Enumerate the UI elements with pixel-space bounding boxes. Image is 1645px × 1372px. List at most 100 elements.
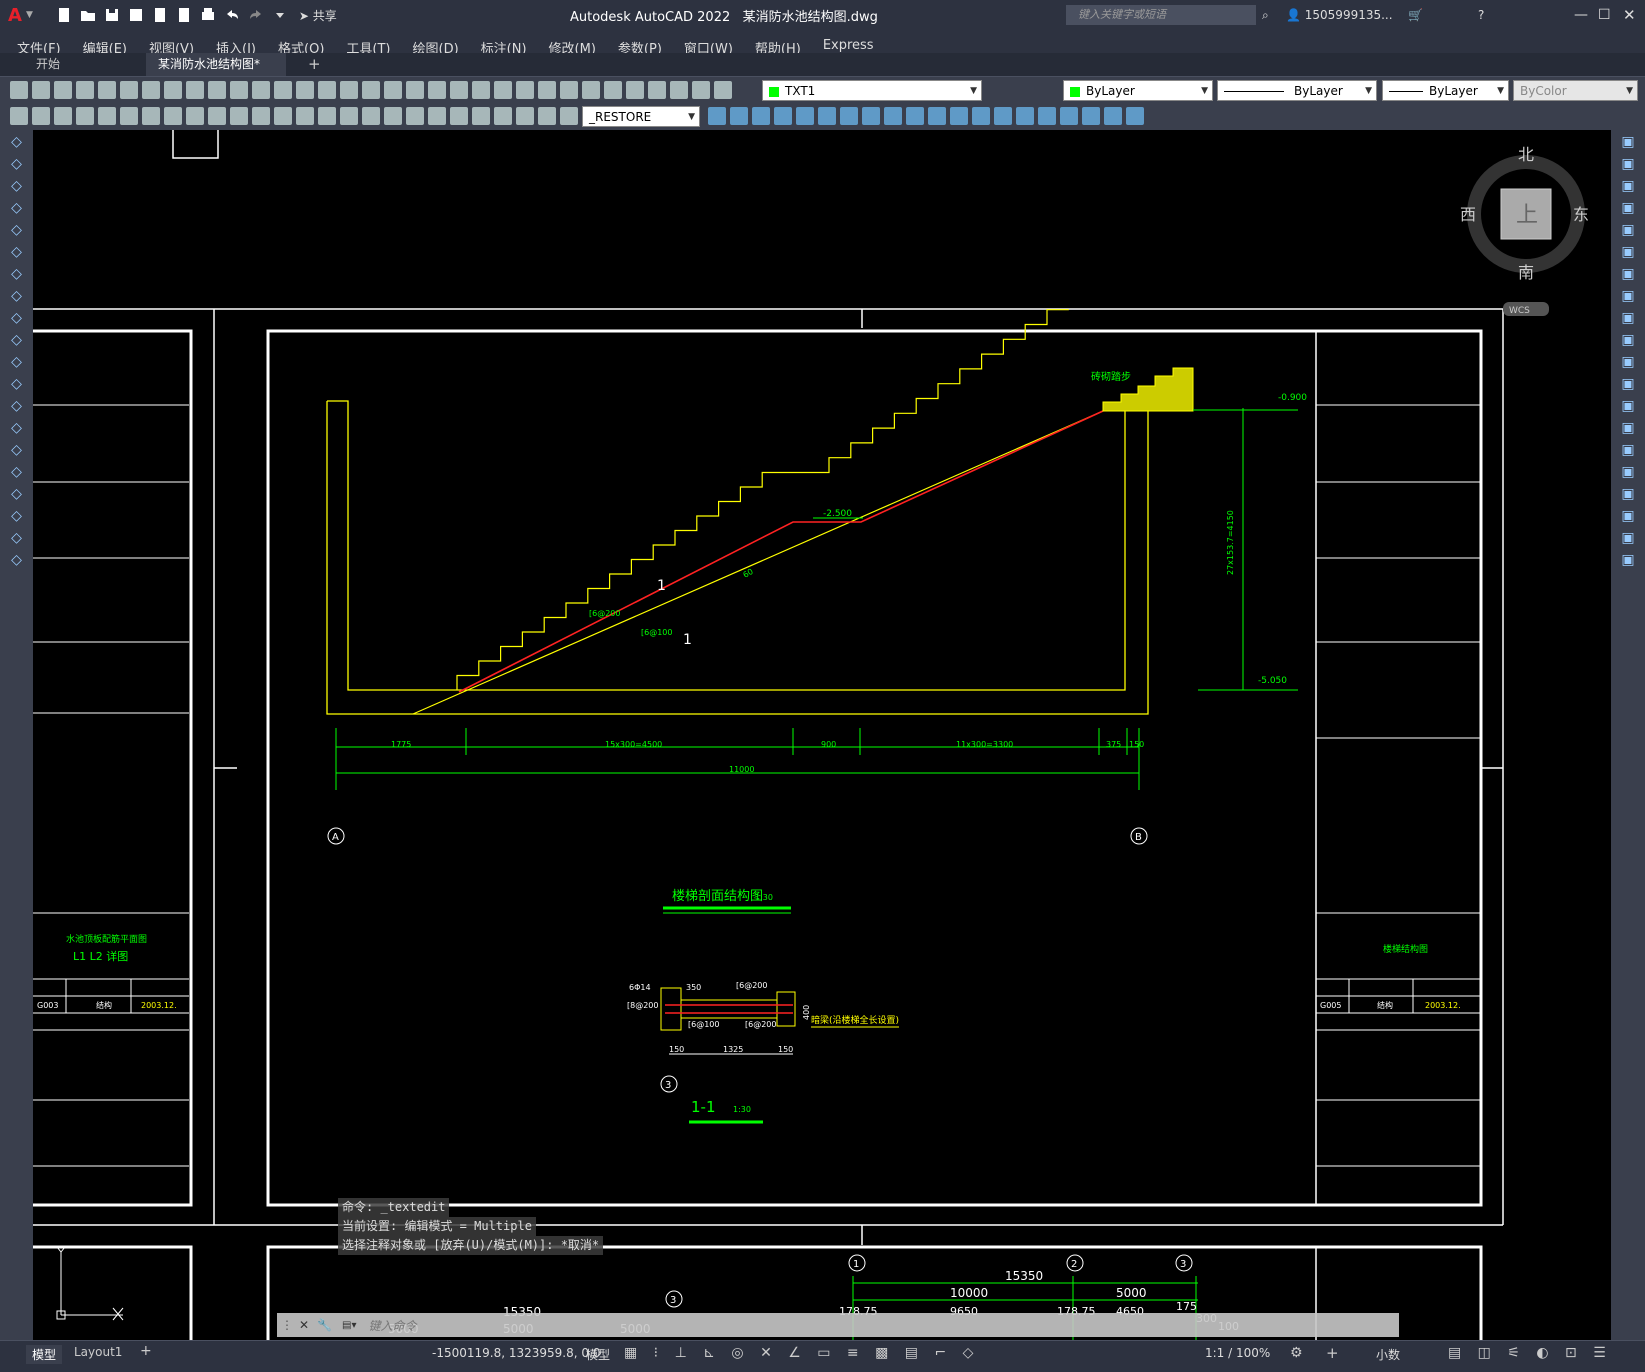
palette-tool-icon[interactable]: ▣	[1618, 264, 1638, 284]
tool-icon[interactable]	[318, 81, 336, 99]
palette-tool-icon[interactable]: ◇	[7, 462, 27, 482]
palette-tool-icon[interactable]: ◇	[7, 440, 27, 460]
tool-icon[interactable]	[604, 81, 622, 99]
palette-tool-icon[interactable]: ◇	[7, 286, 27, 306]
tool-icon[interactable]	[10, 81, 28, 99]
tool-icon[interactable]	[76, 81, 94, 99]
tab-start[interactable]: 开始	[24, 53, 72, 76]
tool-icon[interactable]	[1082, 107, 1100, 125]
tool-icon[interactable]	[516, 81, 534, 99]
command-settings-icon[interactable]: 🔧	[317, 1318, 332, 1332]
palette-tool-icon[interactable]: ▣	[1618, 484, 1638, 504]
tool-icon[interactable]	[494, 107, 512, 125]
tool-icon[interactable]	[428, 81, 446, 99]
command-close-icon[interactable]: ✕	[299, 1318, 309, 1332]
drafting-tools[interactable]: ▦ ⁝ ⊥ ⊾ ◎ ✕ ∠ ▭ ≡ ▩ ▤ ⌐ ◇	[624, 1345, 979, 1361]
palette-tool-icon[interactable]: ▣	[1618, 550, 1638, 570]
lineweight-dropdown[interactable]: ByLayer ▼	[1382, 80, 1509, 101]
tool-icon[interactable]	[818, 107, 836, 125]
palette-tool-icon[interactable]: ▣	[1618, 374, 1638, 394]
user-button[interactable]: 👤 1505999135...	[1286, 8, 1393, 22]
share-button[interactable]: ➤ 共享	[299, 7, 337, 24]
coordinates-readout[interactable]: -1500119.8, 1323959.8, 0.0	[432, 1346, 600, 1360]
tool-icon[interactable]	[1104, 107, 1122, 125]
palette-tool-icon[interactable]: ◇	[7, 330, 27, 350]
dimstyle-dropdown[interactable]: _RESTORE ▼	[582, 106, 700, 127]
plot-icon[interactable]	[199, 6, 217, 24]
tool-icon[interactable]	[582, 81, 600, 99]
viewcube-north[interactable]: 北	[1518, 145, 1534, 164]
tool-icon[interactable]	[230, 81, 248, 99]
tool-icon[interactable]	[972, 107, 990, 125]
palette-tool-icon[interactable]: ◇	[7, 154, 27, 174]
plus-icon[interactable]: +	[1326, 1344, 1339, 1362]
command-recent-icon[interactable]: ▤▾	[342, 1320, 356, 1331]
tool-icon[interactable]	[142, 107, 160, 125]
palette-tool-icon[interactable]: ▣	[1618, 506, 1638, 526]
tool-icon[interactable]	[76, 107, 94, 125]
palette-tool-icon[interactable]: ◇	[7, 352, 27, 372]
maximize-button[interactable]: ☐	[1598, 7, 1611, 23]
tool-icon[interactable]	[164, 81, 182, 99]
tool-icon[interactable]	[186, 107, 204, 125]
tool-icon[interactable]	[538, 107, 556, 125]
tool-icon[interactable]	[296, 81, 314, 99]
tool-icon[interactable]	[670, 81, 688, 99]
palette-tool-icon[interactable]: ◇	[7, 264, 27, 284]
help-icon[interactable]: ?	[1478, 8, 1484, 22]
tool-icon[interactable]	[450, 81, 468, 99]
tab-drawing[interactable]: 某消防水池结构图* ✕	[146, 53, 286, 94]
viewcube-east[interactable]: 东	[1573, 205, 1589, 224]
tool-icon[interactable]	[1016, 107, 1034, 125]
tool-icon[interactable]	[516, 107, 534, 125]
tool-icon[interactable]	[950, 107, 968, 125]
publish-icon[interactable]	[151, 6, 169, 24]
tool-icon[interactable]	[10, 107, 28, 125]
palette-tool-icon[interactable]: ▣	[1618, 286, 1638, 306]
undo-icon[interactable]	[223, 6, 241, 24]
tool-icon[interactable]	[384, 107, 402, 125]
tool-icon[interactable]	[32, 107, 50, 125]
drawing-canvas[interactable]: 水池顶板配筋平面图 L1 L2 详图 G003 结构 2003.12. 楼梯结构…	[33, 130, 1611, 1340]
units-dropdown[interactable]: 小数	[1376, 1346, 1400, 1363]
palette-tool-icon[interactable]: ▣	[1618, 242, 1638, 262]
export-icon[interactable]	[175, 6, 193, 24]
command-input[interactable]: 键入命令	[368, 1317, 416, 1334]
palette-tool-icon[interactable]: ▣	[1618, 528, 1638, 548]
tool-icon[interactable]	[708, 107, 726, 125]
model-space-button[interactable]: 模型	[586, 1346, 610, 1363]
tool-icon[interactable]	[730, 107, 748, 125]
tool-icon[interactable]	[274, 107, 292, 125]
palette-tool-icon[interactable]: ▣	[1618, 132, 1638, 152]
plotstyle-dropdown[interactable]: ByColor ▼	[1513, 80, 1638, 101]
palette-tool-icon[interactable]: ◇	[7, 396, 27, 416]
tool-icon[interactable]	[340, 107, 358, 125]
linetype-dropdown[interactable]: ByLayer ▼	[1217, 80, 1377, 101]
palette-tool-icon[interactable]: ▣	[1618, 352, 1638, 372]
tool-icon[interactable]	[406, 107, 424, 125]
tool-icon[interactable]	[164, 107, 182, 125]
new-tab-icon[interactable]: +	[296, 53, 333, 76]
palette-tool-icon[interactable]: ▣	[1618, 308, 1638, 328]
tool-icon[interactable]	[752, 107, 770, 125]
search-box[interactable]: 键入关键字或短语	[1066, 5, 1256, 25]
tool-icon[interactable]	[142, 81, 160, 99]
tool-icon[interactable]	[362, 81, 380, 99]
redo-icon[interactable]	[247, 6, 265, 24]
minimize-button[interactable]: —	[1574, 7, 1588, 23]
tool-icon[interactable]	[98, 81, 116, 99]
tool-icon[interactable]	[120, 81, 138, 99]
tool-icon[interactable]	[318, 107, 336, 125]
palette-tool-icon[interactable]: ▣	[1618, 396, 1638, 416]
tool-icon[interactable]	[384, 81, 402, 99]
palette-tool-icon[interactable]: ◇	[7, 198, 27, 218]
layer-dropdown[interactable]: TXT1 ▼	[762, 80, 982, 101]
tool-icon[interactable]	[362, 107, 380, 125]
tool-icon[interactable]	[54, 107, 72, 125]
add-layout-icon[interactable]: +	[140, 1343, 152, 1359]
palette-tool-icon[interactable]: ◇	[7, 418, 27, 438]
color-dropdown[interactable]: ByLayer ▼	[1063, 80, 1213, 101]
cart-icon[interactable]: 🛒	[1408, 8, 1423, 22]
tool-icon[interactable]	[406, 81, 424, 99]
tool-icon[interactable]	[1126, 107, 1144, 125]
